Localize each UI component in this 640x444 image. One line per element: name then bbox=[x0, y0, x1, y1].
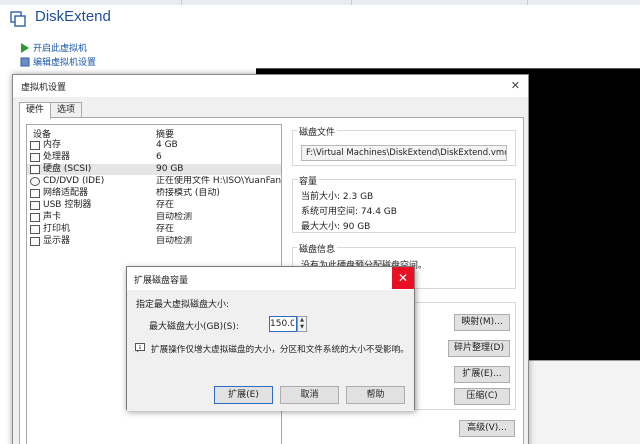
disk-file-group: 磁盘文件 F:\Virtual Machines\DiskExtend\Disk… bbox=[292, 125, 516, 166]
cancel-button[interactable]: 取消 bbox=[280, 386, 339, 404]
advanced-button[interactable]: 高级(V)... bbox=[459, 420, 515, 437]
tab-hardware[interactable]: 硬件 bbox=[19, 102, 52, 119]
device-summary: 6 bbox=[156, 152, 162, 162]
expand-button[interactable]: 扩展(E) bbox=[214, 386, 273, 404]
device-name: 打印机 bbox=[43, 224, 71, 234]
compact-button[interactable]: 压缩(C) bbox=[454, 388, 510, 405]
device-name: 网络适配器 bbox=[43, 188, 89, 198]
monitor-icon bbox=[30, 237, 40, 246]
device-name: 硬盘 (SCSI) bbox=[43, 164, 92, 174]
expand-titlebar: 扩展磁盘容量 ✕ bbox=[127, 267, 414, 290]
window-top-strip bbox=[0, 0, 640, 5]
current-size: 当前大小: 2.3 GB bbox=[301, 192, 374, 202]
printer-icon bbox=[30, 225, 40, 234]
settings-tabs: 硬件 选项 bbox=[19, 102, 83, 119]
disk-file-path[interactable]: F:\Virtual Machines\DiskExtend\DiskExten… bbox=[301, 145, 507, 161]
help-button[interactable]: 帮助 bbox=[346, 386, 405, 404]
max-size-spinner: ▲ ▼ bbox=[297, 316, 307, 332]
summary-column-header: 摘要 bbox=[156, 130, 175, 140]
power-on-label: 开启此虚拟机 bbox=[33, 44, 88, 54]
spin-down-icon[interactable]: ▼ bbox=[298, 324, 306, 331]
device-name: CD/DVD (IDE) bbox=[43, 176, 105, 186]
settings-titlebar: 虚拟机设置 ✕ bbox=[13, 75, 528, 97]
top-strip-segment bbox=[352, 0, 528, 5]
expand-disk-dialog: 扩展磁盘容量 ✕ 指定最大虚拟磁盘大小: 最大磁盘大小(GB)(S): ▲ ▼ … bbox=[126, 266, 415, 411]
spin-up-icon[interactable]: ▲ bbox=[298, 317, 306, 324]
map-button[interactable]: 映射(M)... bbox=[454, 314, 510, 331]
max-size: 最大大小: 90 GB bbox=[301, 222, 371, 232]
background-panel bbox=[528, 360, 640, 444]
device-name: 内存 bbox=[43, 140, 62, 150]
close-icon[interactable]: ✕ bbox=[511, 79, 520, 92]
edit-settings-link[interactable]: 编辑虚拟机设置 bbox=[20, 55, 96, 68]
device-summary: 正在使用文件 H:\ISO\YuanFan... bbox=[156, 176, 281, 186]
cd-dvd-icon bbox=[30, 177, 40, 186]
expand-info-text: 扩展操作仅增大虚拟磁盘的大小，分区和文件系统的大小不受影响。 bbox=[151, 345, 409, 355]
tab-options[interactable]: 选项 bbox=[50, 102, 83, 118]
vm-icon bbox=[10, 11, 26, 27]
device-row-hard-disk[interactable]: 硬盘 (SCSI) 90 GB bbox=[27, 164, 281, 175]
device-row-cd-dvd[interactable]: CD/DVD (IDE) 正在使用文件 H:\ISO\YuanFan... bbox=[27, 176, 281, 187]
device-name: 声卡 bbox=[43, 212, 62, 222]
device-summary: 桥接模式 (自动) bbox=[156, 188, 220, 198]
max-size-prompt: 指定最大虚拟磁盘大小: bbox=[136, 300, 230, 310]
edit-settings-label: 编辑虚拟机设置 bbox=[33, 58, 97, 68]
device-summary: 4 GB bbox=[156, 140, 178, 150]
max-size-input[interactable] bbox=[269, 316, 297, 332]
info-icon bbox=[135, 343, 145, 353]
device-summary: 90 GB bbox=[156, 164, 184, 174]
vm-title: DiskExtend bbox=[35, 8, 111, 25]
settings-icon bbox=[20, 57, 30, 66]
device-summary: 自动检测 bbox=[156, 212, 193, 222]
device-summary: 存在 bbox=[156, 224, 175, 234]
device-row-printer[interactable]: 打印机 存在 bbox=[27, 224, 281, 235]
device-name: 处理器 bbox=[43, 152, 71, 162]
device-name: 显示器 bbox=[43, 236, 71, 246]
disk-info-label: 磁盘信息 bbox=[297, 242, 338, 255]
device-row-display[interactable]: 显示器 自动检测 bbox=[27, 236, 281, 247]
expand-button-bar: 扩展(E) 取消 帮助 bbox=[127, 377, 414, 411]
power-on-link[interactable]: 开启此虚拟机 bbox=[20, 41, 87, 54]
processor-icon bbox=[30, 153, 40, 162]
capacity-group: 容量 当前大小: 2.3 GB 系统可用空间: 74.4 GB 最大大小: 90… bbox=[292, 174, 516, 233]
device-row-network[interactable]: 网络适配器 桥接模式 (自动) bbox=[27, 188, 281, 199]
device-column-header: 设备 bbox=[33, 130, 52, 140]
device-summary: 存在 bbox=[156, 200, 175, 210]
speaker-icon bbox=[30, 213, 40, 222]
defrag-button[interactable]: 碎片整理(D) bbox=[448, 340, 510, 357]
usb-icon bbox=[30, 201, 40, 210]
disk-file-label: 磁盘文件 bbox=[297, 125, 338, 138]
device-row-memory[interactable]: 内存 4 GB bbox=[27, 140, 281, 151]
memory-icon bbox=[30, 141, 40, 150]
capacity-label: 容量 bbox=[297, 174, 320, 187]
top-strip-segment bbox=[182, 0, 352, 5]
max-size-label: 最大磁盘大小(GB)(S): bbox=[149, 322, 239, 332]
available-space: 系统可用空间: 74.4 GB bbox=[301, 207, 397, 217]
network-icon bbox=[30, 189, 40, 198]
hard-disk-icon bbox=[30, 165, 40, 174]
device-list-header: 设备 摘要 bbox=[27, 125, 281, 140]
settings-title: 虚拟机设置 bbox=[21, 83, 67, 93]
device-name: USB 控制器 bbox=[43, 200, 92, 210]
play-icon bbox=[21, 42, 29, 53]
device-row-usb[interactable]: USB 控制器 存在 bbox=[27, 200, 281, 211]
top-strip-segment bbox=[0, 0, 182, 5]
close-icon[interactable]: ✕ bbox=[392, 267, 414, 289]
expand-disk-button[interactable]: 扩展(E)... bbox=[454, 366, 510, 383]
expand-title: 扩展磁盘容量 bbox=[134, 276, 189, 286]
device-row-sound[interactable]: 声卡 自动检测 bbox=[27, 212, 281, 223]
device-row-processor[interactable]: 处理器 6 bbox=[27, 152, 281, 163]
device-summary: 自动检测 bbox=[156, 236, 193, 246]
